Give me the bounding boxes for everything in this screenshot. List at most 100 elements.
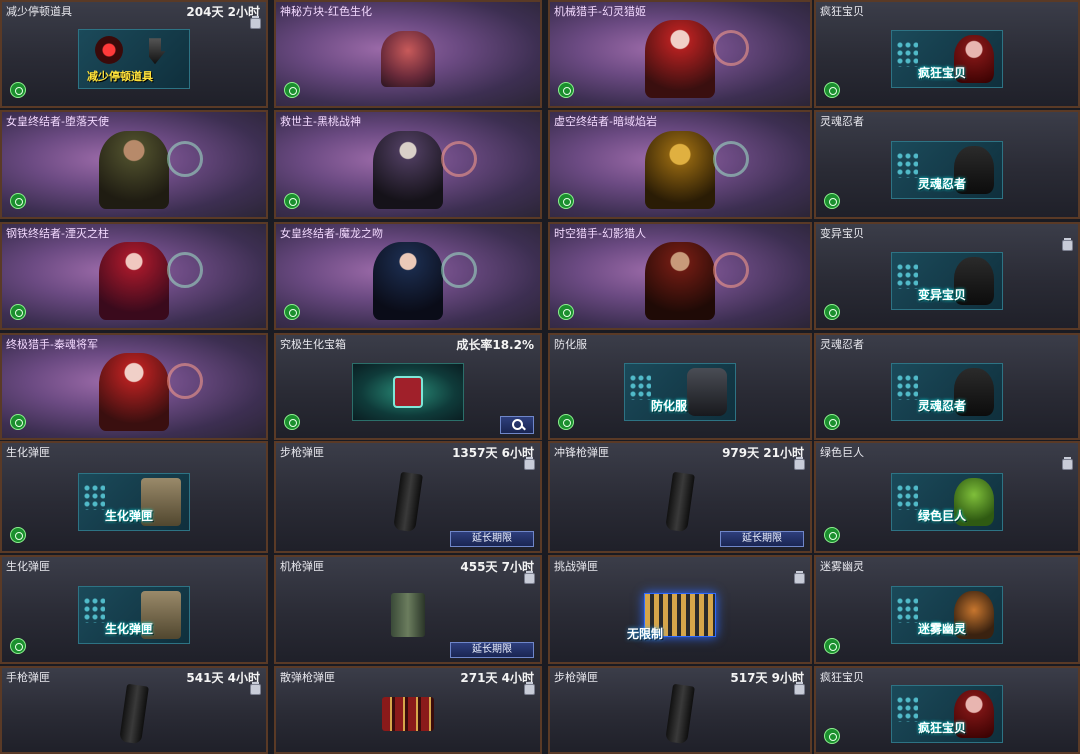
item-duration: 271天 4小时 <box>460 671 534 685</box>
trash-icon[interactable] <box>1062 238 1073 251</box>
item-card[interactable]: 究极生化宝箱 成长率18.2% <box>274 333 542 440</box>
recycle-badge-icon <box>558 304 574 320</box>
hex-frame: 生化弹匣 <box>78 473 190 532</box>
trash-icon[interactable] <box>524 457 535 470</box>
item-card[interactable]: 手枪弹匣 541天 4小时 <box>0 666 268 754</box>
recycle-badge-icon <box>284 193 300 209</box>
magazine-art <box>665 683 695 745</box>
hero-figure <box>99 242 203 321</box>
item-card[interactable]: 终极猎手-秦魂将军 <box>0 333 268 440</box>
item-art: 迷雾幽灵 <box>891 585 1003 644</box>
bullets-icon: 无限制 <box>627 592 716 641</box>
item-card[interactable]: 步枪弹匣 517天 9小时 <box>548 666 812 754</box>
extend-duration-button[interactable]: 延长期限 <box>720 531 804 547</box>
item-card[interactable]: 挑战弹匣 无限制 <box>548 555 812 664</box>
hero-figure <box>645 20 749 99</box>
reducer-art: 减少停顿道具 <box>78 29 190 90</box>
item-card[interactable]: 女皇终结者-魔龙之吻 <box>274 222 542 330</box>
item-title: 绿色巨人 <box>820 446 864 459</box>
magazine-icon <box>665 683 695 745</box>
item-art: 防化服 <box>624 362 736 421</box>
item-card[interactable]: 生化弹匣 生化弹匣 <box>0 441 268 553</box>
treasure-chest-icon <box>352 362 464 421</box>
hero-figure <box>99 352 203 431</box>
rank-emblem-icon <box>713 140 749 177</box>
hero-figure <box>645 242 749 321</box>
hex-frame: 绿色巨人 <box>891 473 1003 532</box>
trash-icon[interactable] <box>524 682 535 695</box>
hex-frame: 灵魂忍者 <box>891 140 1003 199</box>
item-card[interactable]: 灵魂忍者 灵魂忍者 <box>814 333 1080 440</box>
item-card[interactable]: 疯狂宝贝 疯狂宝贝 <box>814 666 1080 754</box>
recycle-badge-icon <box>10 193 26 209</box>
item-card[interactable]: 虚空终结者-暗域焰岩 <box>548 110 812 219</box>
character-figure <box>687 367 727 416</box>
item-title: 手枪弹匣 <box>6 671 50 684</box>
item-title: 变异宝贝 <box>820 227 864 240</box>
item-card[interactable]: 减少停顿道具 204天 2小时 减少停顿道具 <box>0 0 268 108</box>
item-duration: 成长率18.2% <box>456 338 534 352</box>
trash-icon[interactable] <box>250 16 261 29</box>
trash-icon[interactable] <box>250 682 261 695</box>
art-label: 变异宝贝 <box>918 288 967 303</box>
item-card[interactable]: 散弹枪弹匣 271天 4小时 <box>274 666 542 754</box>
magazine-art <box>119 683 149 745</box>
item-duration: 455天 7小时 <box>460 560 534 574</box>
item-title: 神秘方块-红色生化 <box>280 5 372 18</box>
trash-icon[interactable] <box>794 571 805 584</box>
item-card[interactable]: 机枪弹匣 455天 7小时 延长期限 <box>274 555 542 664</box>
item-card[interactable]: 神秘方块-红色生化 <box>274 0 542 108</box>
item-art: 减少停顿道具 <box>78 29 190 90</box>
trash-icon[interactable] <box>794 457 805 470</box>
item-card[interactable]: 防化服 防化服 <box>548 333 812 440</box>
hex-frame: 迷雾幽灵 <box>891 585 1003 644</box>
art-label: 疯狂宝贝 <box>918 721 967 736</box>
trash-icon[interactable] <box>794 682 805 695</box>
hero-figure <box>99 130 203 209</box>
item-title: 终极猎手-秦魂将军 <box>6 338 98 351</box>
item-card[interactable]: 步枪弹匣 1357天 6小时 延长期限 <box>274 441 542 553</box>
magazine-icon <box>665 472 695 533</box>
magazine-art <box>665 472 695 533</box>
recycle-badge-icon <box>10 304 26 320</box>
item-title: 疯狂宝贝 <box>820 671 864 684</box>
item-title: 时空猎手-幻影猎人 <box>554 227 646 240</box>
character-portrait <box>99 352 203 431</box>
item-title: 疯狂宝贝 <box>820 5 864 18</box>
item-duration: 204天 2小时 <box>186 5 260 19</box>
rank-emblem-icon <box>167 252 203 289</box>
trash-icon[interactable] <box>524 571 535 584</box>
item-card[interactable]: 灵魂忍者 灵魂忍者 <box>814 110 1080 219</box>
inventory-grid: 减少停顿道具 204天 2小时 减少停顿道具 神秘方块-红色生化 机械猎手-幻灵猎姬 疯狂… <box>0 0 1080 754</box>
item-card[interactable]: 时空猎手-幻影猎人 <box>548 222 812 330</box>
trash-icon[interactable] <box>1062 457 1073 470</box>
extend-duration-button[interactable]: 延长期限 <box>450 642 534 658</box>
item-card[interactable]: 疯狂宝贝 疯狂宝贝 <box>814 0 1080 108</box>
rank-emblem-icon <box>167 362 203 399</box>
item-art: 疯狂宝贝 <box>891 30 1003 89</box>
recycle-badge-icon <box>824 82 840 98</box>
item-art: 绿色巨人 <box>891 473 1003 532</box>
extend-duration-button[interactable]: 延长期限 <box>450 531 534 547</box>
art-label: 防化服 <box>651 398 688 413</box>
magnify-icon[interactable] <box>500 416 534 434</box>
item-card[interactable]: 机械猎手-幻灵猎姬 <box>548 0 812 108</box>
art-label: 生化弹匣 <box>105 621 154 636</box>
item-title: 步枪弹匣 <box>554 671 598 684</box>
bullets-art: 无限制 <box>627 592 716 641</box>
item-title: 机械猎手-幻灵猎姬 <box>554 5 646 18</box>
character-portrait <box>645 20 749 99</box>
item-card[interactable]: 救世主-黑桃战神 <box>274 110 542 219</box>
recycle-badge-icon <box>824 193 840 209</box>
recycle-badge-icon <box>824 638 840 654</box>
item-card[interactable]: 钢铁终结者-湮灭之柱 <box>0 222 268 330</box>
item-card[interactable]: 绿色巨人 绿色巨人 <box>814 441 1080 553</box>
item-card[interactable]: 生化弹匣 生化弹匣 <box>0 555 268 664</box>
item-card[interactable]: 女皇终结者-堕落天使 <box>0 110 268 219</box>
item-card[interactable]: 迷雾幽灵 迷雾幽灵 <box>814 555 1080 664</box>
item-card[interactable]: 冲锋枪弹匣 979天 21小时 延长期限 <box>548 441 812 553</box>
item-card[interactable]: 变异宝贝 变异宝贝 <box>814 222 1080 330</box>
hex-frame: 变异宝贝 <box>891 252 1003 311</box>
character-portrait <box>645 130 749 209</box>
item-art: 灵魂忍者 <box>891 140 1003 199</box>
